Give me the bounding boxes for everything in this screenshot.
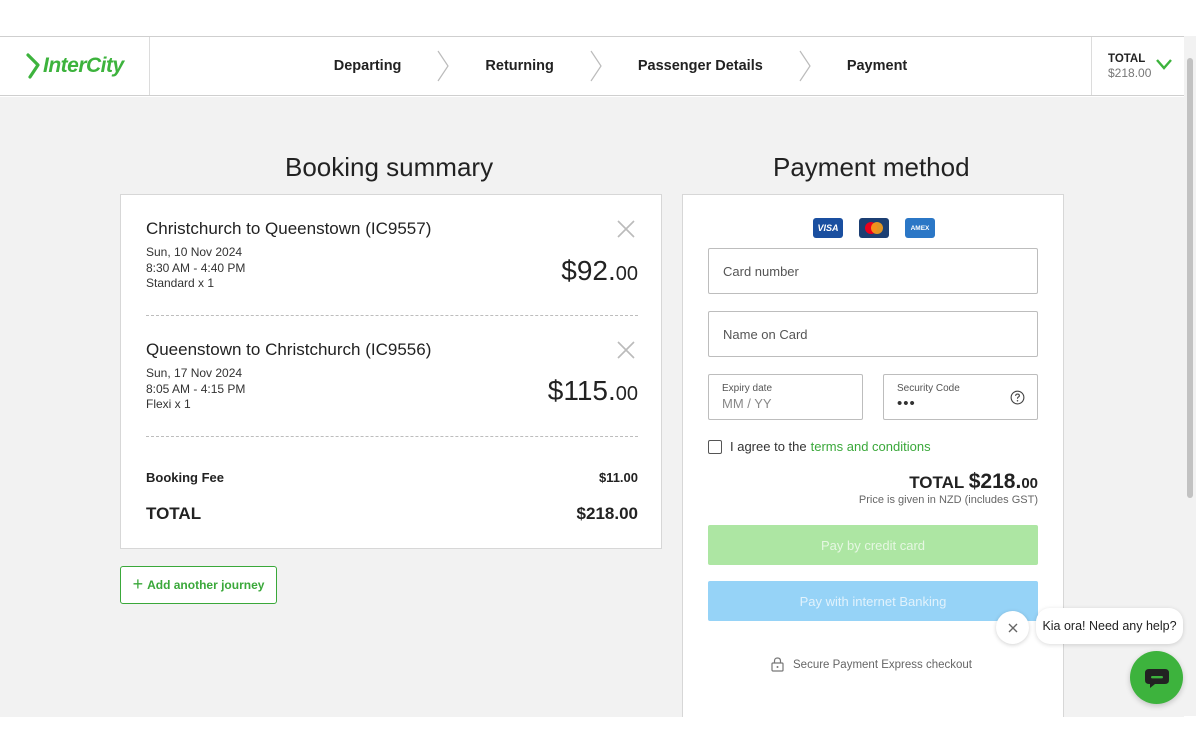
header-total-amount: $218.00 xyxy=(1108,65,1152,80)
journey-item: Queenstown to Christchurch (IC9556) Sun,… xyxy=(146,340,638,415)
journey-price: $92.00 xyxy=(561,255,638,286)
header-total[interactable]: TOTAL $218.00 xyxy=(1091,37,1184,95)
booking-total-label: TOTAL xyxy=(146,504,202,523)
security-code-field[interactable]: Security Code ••• xyxy=(883,374,1038,420)
divider xyxy=(146,315,638,316)
journey-item: Christchurch to Queenstown (IC9557) Sun,… xyxy=(146,219,638,294)
booking-fee-amount: $11.00 xyxy=(598,470,638,485)
name-on-card-input[interactable] xyxy=(709,312,1037,356)
header-total-label: TOTAL xyxy=(1108,52,1146,65)
scrollbar-thumb[interactable] xyxy=(1187,58,1193,498)
card-logos: VISA AMEX xyxy=(813,218,935,238)
pay-by-credit-card-button[interactable]: Pay by credit card xyxy=(708,525,1038,565)
booking-fee-label: Booking Fee xyxy=(146,470,225,485)
card-number-input[interactable] xyxy=(709,249,1037,293)
terms-link[interactable]: terms and conditions xyxy=(811,439,931,454)
step-passenger-details[interactable]: Passenger Details xyxy=(602,37,799,95)
journey-route: Christchurch to Queenstown (IC9557) xyxy=(146,219,432,238)
terms-checkbox[interactable] xyxy=(708,439,722,454)
checkout-steps: Departing Returning Passenger Details Pa… xyxy=(150,37,1091,95)
step-departing[interactable]: Departing xyxy=(298,37,438,95)
chat-icon xyxy=(1144,668,1169,688)
plus-icon: + xyxy=(132,574,144,594)
visa-icon: VISA xyxy=(813,218,843,238)
chat-launcher-button[interactable] xyxy=(1130,651,1183,704)
amex-icon: AMEX xyxy=(905,218,935,238)
add-another-journey-button[interactable]: + Add another journey xyxy=(120,566,277,604)
mastercard-icon xyxy=(859,218,889,238)
booking-summary-card: Christchurch to Queenstown (IC9557) Sun,… xyxy=(120,194,662,549)
intercity-logo[interactable]: InterCity xyxy=(0,37,150,95)
header: InterCity Departing Returning Passenger … xyxy=(0,36,1184,96)
terms-agreement: I agree to the terms and conditions xyxy=(708,439,931,454)
remove-journey-icon[interactable] xyxy=(616,219,636,239)
lock-icon xyxy=(771,657,784,672)
chat-dismiss-button[interactable] xyxy=(996,611,1029,644)
booking-total-row: TOTAL $218.00 xyxy=(146,504,638,524)
step-payment[interactable]: Payment xyxy=(811,37,943,95)
payment-total: TOTAL $218.00 xyxy=(909,470,1038,494)
chevron-down-icon[interactable] xyxy=(1156,59,1172,70)
scrollbar[interactable] xyxy=(1184,36,1196,716)
step-chevron-icon xyxy=(590,50,602,82)
security-code-placeholder[interactable]: ••• xyxy=(897,395,916,412)
divider xyxy=(146,436,638,437)
help-circle-icon[interactable] xyxy=(1010,390,1025,405)
step-returning[interactable]: Returning xyxy=(449,37,589,95)
payment-total-label: TOTAL xyxy=(909,473,965,492)
expiry-date-field[interactable]: Expiry date MM / YY xyxy=(708,374,863,420)
secure-checkout-note: Secure Payment Express checkout xyxy=(771,657,972,672)
agree-text: I agree to the xyxy=(730,439,807,454)
booking-fee-row: Booking Fee $11.00 xyxy=(146,470,638,485)
expiry-date-label: Expiry date xyxy=(722,383,773,394)
close-icon xyxy=(1008,623,1017,632)
logo-text: InterCity xyxy=(43,54,124,77)
name-on-card-field[interactable] xyxy=(708,311,1038,357)
journey-price: $115.00 xyxy=(547,375,638,406)
remove-journey-icon[interactable] xyxy=(616,340,636,360)
booking-total-amount: $218.00 xyxy=(576,504,638,523)
booking-summary-title: Booking summary xyxy=(285,152,494,182)
security-code-label: Security Code xyxy=(897,383,960,394)
journey-route: Queenstown to Christchurch (IC9556) xyxy=(146,340,432,359)
add-journey-label: Add another journey xyxy=(147,578,265,592)
step-chevron-icon xyxy=(437,50,450,82)
chat-prompt-bubble[interactable]: Kia ora! Need any help? xyxy=(1036,608,1183,644)
bottom-strip xyxy=(0,717,1196,754)
payment-method-title: Payment method xyxy=(773,152,970,182)
pay-with-internet-banking-button[interactable]: Pay with internet Banking xyxy=(708,581,1038,621)
top-strip xyxy=(0,0,1196,36)
payment-total-amount: $218.00 xyxy=(968,470,1038,493)
intercity-arrow-icon xyxy=(26,53,40,79)
secure-checkout-text: Secure Payment Express checkout xyxy=(793,658,972,671)
expiry-date-placeholder[interactable]: MM / YY xyxy=(722,396,772,411)
card-number-field[interactable] xyxy=(708,248,1038,294)
step-chevron-icon xyxy=(799,50,811,82)
gst-note: Price is given in NZD (includes GST) xyxy=(858,494,1038,506)
